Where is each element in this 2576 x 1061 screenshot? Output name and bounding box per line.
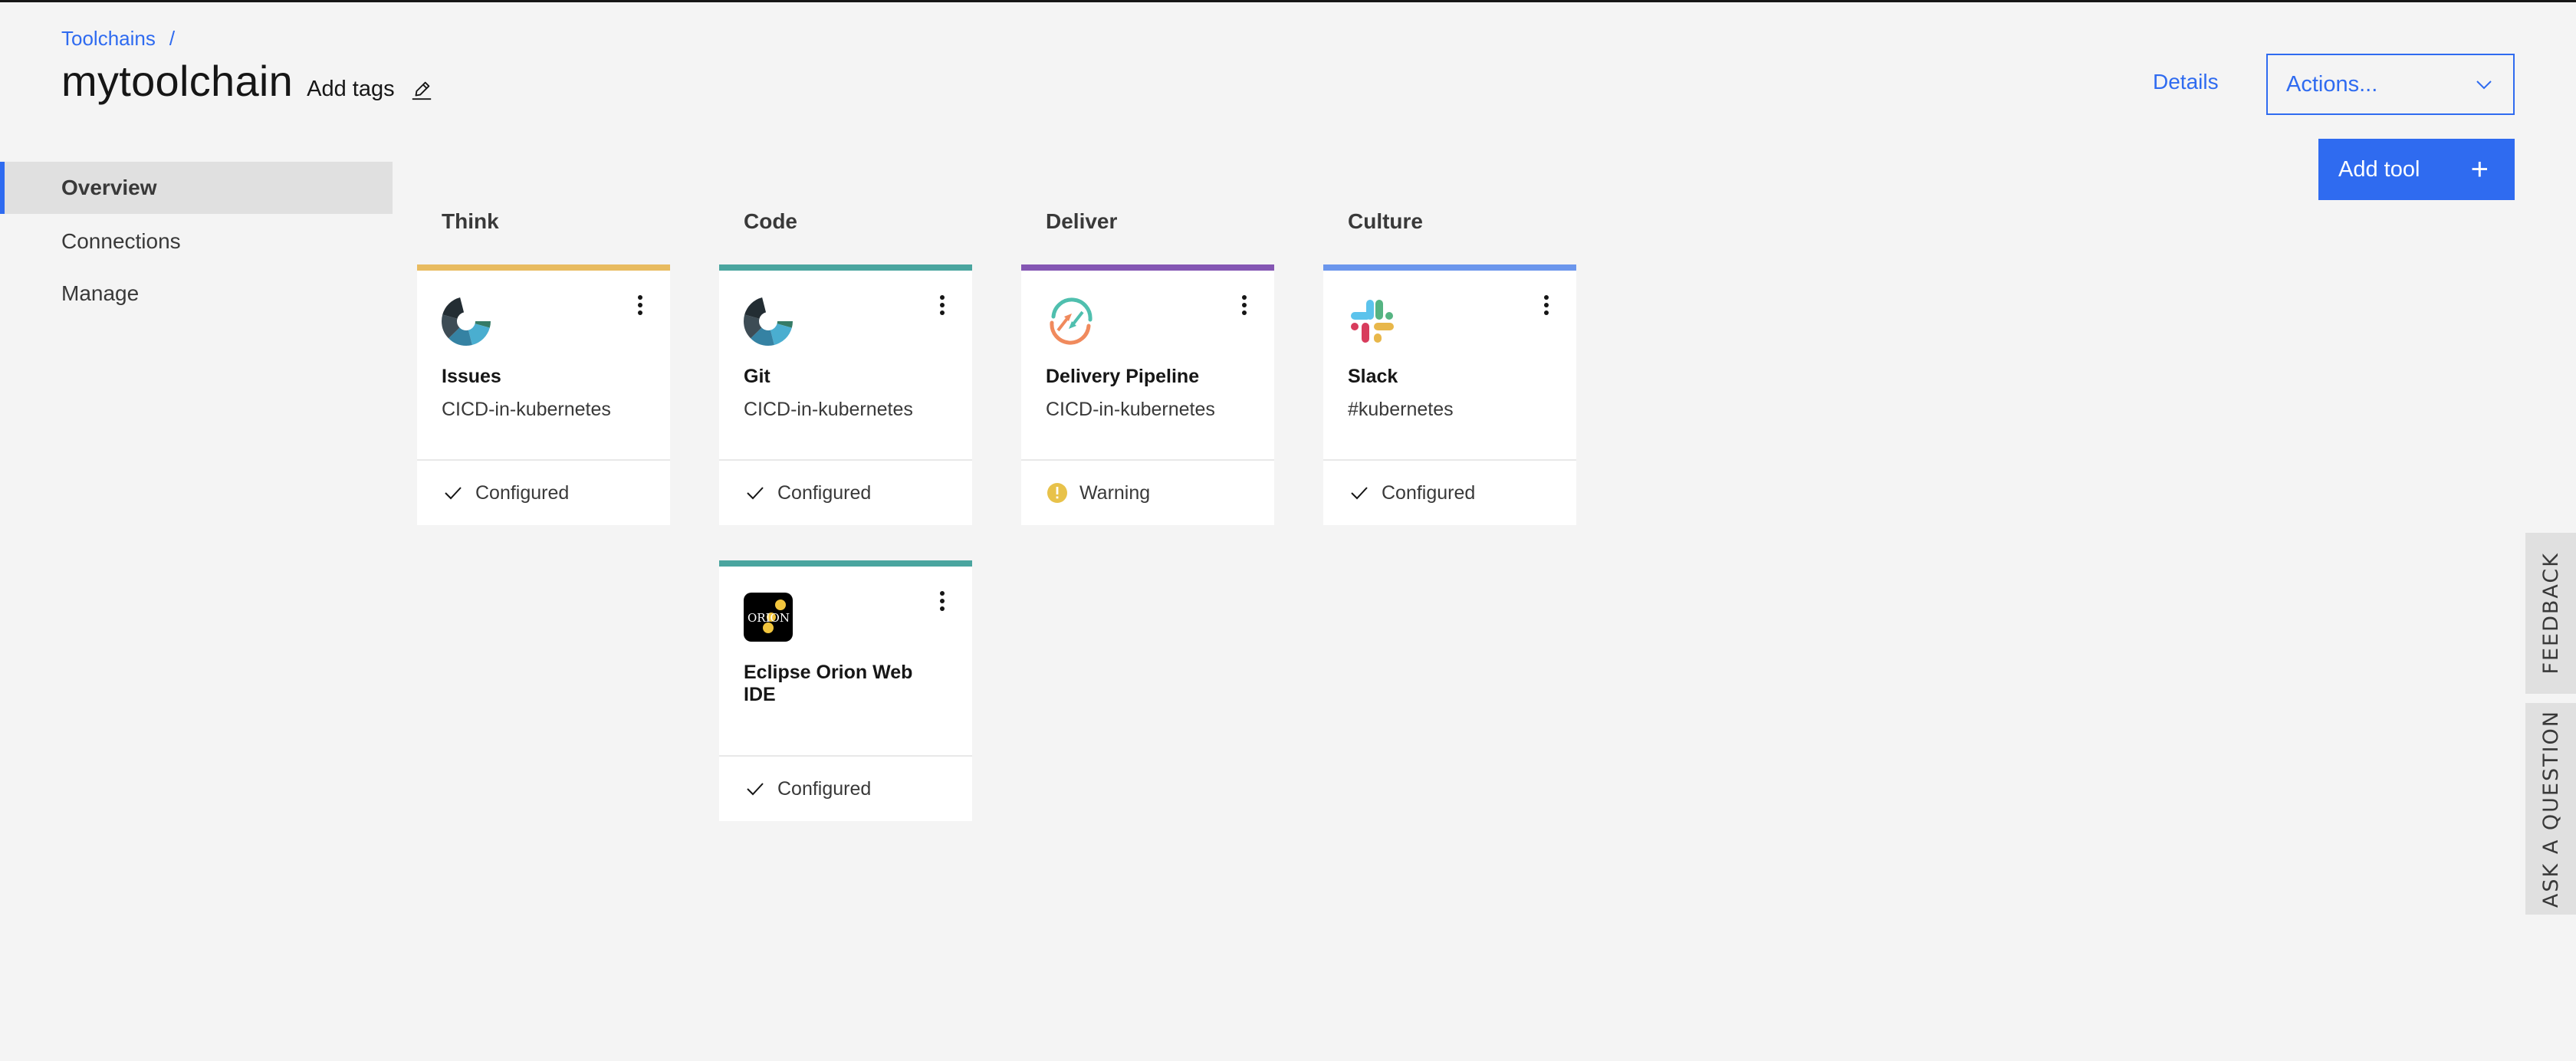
add-tags-button[interactable]: Add tags (307, 77, 432, 102)
status-label: Configured (777, 777, 872, 800)
actions-dropdown[interactable]: Actions... (2266, 54, 2515, 115)
orion-logo-text: ORION (748, 611, 790, 625)
card-category-bar (1021, 264, 1274, 271)
checkmark-icon (1351, 487, 1368, 500)
checkmark-icon (747, 783, 764, 796)
actions-dropdown-label: Actions... (2286, 71, 2378, 97)
orion-icon: ORION (744, 593, 793, 642)
card-category-bar (719, 264, 972, 271)
tool-card-eclipse-orion[interactable]: ORION Eclipse Orion Web IDE Configured (719, 560, 972, 821)
tool-status: Warning (1021, 459, 1274, 525)
tool-name: Delivery Pipeline (1046, 366, 1200, 387)
sidebar-item-connections[interactable]: Connections (0, 215, 393, 268)
tool-card-slack[interactable]: Slack #kubernetes Configured (1323, 264, 1576, 525)
tool-card-git[interactable]: Git CICD-in-kubernetes Configured (719, 264, 972, 525)
tool-name: Eclipse Orion Web IDE (744, 662, 913, 705)
tool-subtitle: CICD-in-kubernetes (1046, 399, 1215, 420)
overflow-menu-icon[interactable] (633, 292, 647, 318)
tool-subtitle: CICD-in-kubernetes (744, 399, 913, 420)
tool-name: Git (744, 366, 770, 387)
overflow-menu-icon[interactable] (1237, 292, 1251, 318)
overflow-menu-icon[interactable] (935, 588, 949, 614)
tool-card-delivery-pipeline[interactable]: Delivery Pipeline CICD-in-kubernetes War… (1021, 264, 1274, 525)
card-category-bar (417, 264, 670, 271)
ask-a-question-tab[interactable]: ASK A QUESTION (2525, 703, 2576, 915)
add-tags-label: Add tags (307, 77, 395, 101)
tool-card-issues[interactable]: Issues CICD-in-kubernetes Configured (417, 264, 670, 525)
tool-name: Issues (442, 366, 501, 387)
breadcrumb-separator: / (169, 27, 176, 50)
column-header-think: Think (442, 209, 499, 233)
overflow-menu-icon[interactable] (1539, 292, 1553, 318)
ask-a-question-label: ASK A QUESTION (2538, 709, 2563, 908)
card-category-bar (1323, 264, 1576, 271)
warning-icon (1047, 483, 1067, 503)
feedback-tab[interactable]: FEEDBACK (2525, 533, 2576, 694)
feedback-label: FEEDBACK (2538, 552, 2563, 675)
status-label: Warning (1079, 481, 1151, 504)
sidebar-item-manage[interactable]: Manage (0, 268, 393, 320)
add-tool-label: Add tool (2338, 156, 2420, 182)
chevron-down-icon (2476, 80, 2492, 90)
tool-status: Configured (719, 755, 972, 821)
column-header-code: Code (744, 209, 797, 233)
tool-subtitle: #kubernetes (1348, 399, 1454, 420)
sidebar-item-label: Connections (61, 229, 181, 253)
plus-icon: + (2470, 153, 2489, 186)
card-category-bar (719, 560, 972, 567)
breadcrumb: Toolchains / (61, 27, 175, 51)
tool-status: Configured (719, 459, 972, 525)
details-link[interactable]: Details (2153, 70, 2219, 94)
status-label: Configured (475, 481, 570, 504)
column-header-culture: Culture (1348, 209, 1423, 233)
column-header-deliver: Deliver (1046, 209, 1118, 233)
sidebar-item-overview[interactable]: Overview (0, 162, 393, 214)
title-row: mytoolchain Add tags (61, 56, 433, 106)
sidebar-item-label: Manage (61, 281, 140, 305)
tool-status: Configured (1323, 459, 1576, 525)
overflow-menu-icon[interactable] (935, 292, 949, 318)
slack-icon (1351, 300, 1394, 343)
sidebar-item-label: Overview (61, 176, 157, 199)
git-donut-icon (442, 297, 491, 346)
add-tool-button[interactable]: Add tool + (2318, 139, 2515, 200)
edit-pencil-icon (412, 81, 431, 100)
tool-name: Slack (1348, 366, 1398, 387)
checkmark-icon (445, 487, 462, 500)
tool-status: Configured (417, 459, 670, 525)
checkmark-icon (747, 487, 764, 500)
breadcrumb-toolchains-link[interactable]: Toolchains (61, 27, 156, 51)
pipeline-arrows-icon (1050, 297, 1092, 345)
status-label: Configured (777, 481, 872, 504)
git-donut-icon (744, 297, 793, 346)
status-label: Configured (1382, 481, 1476, 504)
tool-subtitle: CICD-in-kubernetes (442, 399, 611, 420)
page-title: mytoolchain (61, 57, 294, 105)
